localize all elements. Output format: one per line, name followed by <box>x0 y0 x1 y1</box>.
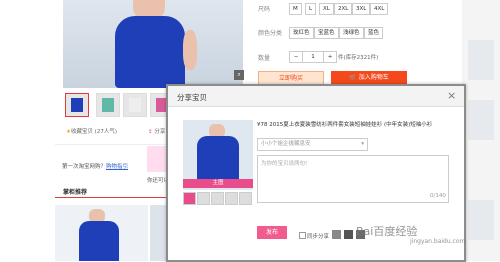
color-option[interactable]: 蓝色 <box>364 27 384 39</box>
watermark-url: jingyan.baidu.com <box>410 238 466 245</box>
thumbnail[interactable] <box>65 93 89 117</box>
dialog-header: 分享宝贝 × <box>168 86 464 107</box>
size-option[interactable]: 2XL <box>334 3 353 15</box>
guide-link[interactable]: 购物指引 <box>106 164 128 170</box>
album-select[interactable]: 小小个姐企拔藏息安 ▾ <box>257 138 368 151</box>
comment-textarea[interactable]: 为你的宝贝说两句! <box>257 155 449 203</box>
zoom-icon[interactable]: ⌕ <box>234 70 244 80</box>
sync-share-label: 同步分享 <box>307 234 330 240</box>
color-option[interactable]: 浅绿色 <box>339 27 364 39</box>
renren-icon[interactable] <box>344 230 353 239</box>
favorite-label: 收藏宝贝 (27人气) <box>70 129 117 135</box>
qty-minus-button[interactable]: − <box>289 51 303 63</box>
size-option[interactable]: 4XL <box>370 3 389 15</box>
recommend-tab-bar: 掌柜推荐 <box>55 183 166 198</box>
share-icon: ⇪ <box>148 129 153 135</box>
color-option[interactable]: 玫红色 <box>289 27 314 39</box>
image-option[interactable] <box>183 192 196 205</box>
color-option[interactable]: 宝蓝色 <box>314 27 339 39</box>
favorite-link[interactable]: ★收藏宝贝 (27人气) <box>66 127 117 135</box>
size-label: 尺码 <box>258 6 271 13</box>
size-option[interactable]: XL <box>319 3 334 15</box>
size-option[interactable]: M <box>289 3 302 15</box>
size-option[interactable]: 3XL <box>352 3 371 15</box>
first-visit-text: 第一次淘宝网购？购物指引 <box>62 162 128 170</box>
tab-recommend[interactable]: 掌柜推荐 <box>63 187 87 196</box>
share-link[interactable]: ⇪ 分享 <box>148 127 165 135</box>
stock-text: 件(库存2321件) <box>338 55 379 61</box>
quantity-label: 数量 <box>258 55 271 62</box>
image-option[interactable] <box>211 192 224 205</box>
sync-checkbox[interactable] <box>299 232 306 239</box>
product-description: ¥78 2015夏上衣夏装雪纺衫两件套女装短袖娃娃衫 (中年女装)短袖小衫 <box>257 122 433 128</box>
buy-now-label: 立即购买 <box>278 75 303 82</box>
image-option[interactable] <box>225 192 238 205</box>
recommend-image[interactable] <box>55 205 148 261</box>
char-counter: 0/140 <box>430 193 446 199</box>
close-icon[interactable]: × <box>447 90 456 101</box>
main-image-tag: 主图 <box>183 179 253 188</box>
image-option[interactable] <box>239 192 252 205</box>
thumbnail[interactable] <box>96 93 120 117</box>
product-main-image <box>63 0 243 88</box>
dialog-title: 分享宝贝 <box>177 93 207 102</box>
camera-icon[interactable] <box>332 230 341 239</box>
image-option[interactable] <box>197 192 210 205</box>
add-cart-label: 加入购物车 <box>358 74 389 81</box>
thumbnail[interactable] <box>123 93 147 117</box>
qty-plus-button[interactable]: + <box>323 51 337 63</box>
first-visit-label: 第一次淘宝网购？ <box>62 164 107 170</box>
cart-icon: 🛒 <box>349 74 357 81</box>
color-label: 颜色分类 <box>258 30 283 37</box>
share-label: 分享 <box>154 129 166 135</box>
size-option[interactable]: L <box>305 3 317 15</box>
add-to-cart-button[interactable]: 🛒 加入购物车 <box>331 71 407 85</box>
chevron-down-icon: ▾ <box>361 141 364 147</box>
publish-button[interactable]: 发布 <box>257 226 287 239</box>
quantity-input[interactable]: 1 <box>302 51 324 63</box>
divider <box>55 144 166 145</box>
side-badge <box>147 146 166 172</box>
share-dialog: 分享宝贝 × 主图 ¥78 2015夏上衣夏装雪纺衫两件套女装短袖娃娃衫 (中年… <box>166 84 466 262</box>
right-recommend-strip <box>462 0 500 261</box>
baidu-watermark: Bai百度经验 <box>356 225 418 238</box>
album-select-value: 小小个姐企拔藏息安 <box>261 141 311 147</box>
